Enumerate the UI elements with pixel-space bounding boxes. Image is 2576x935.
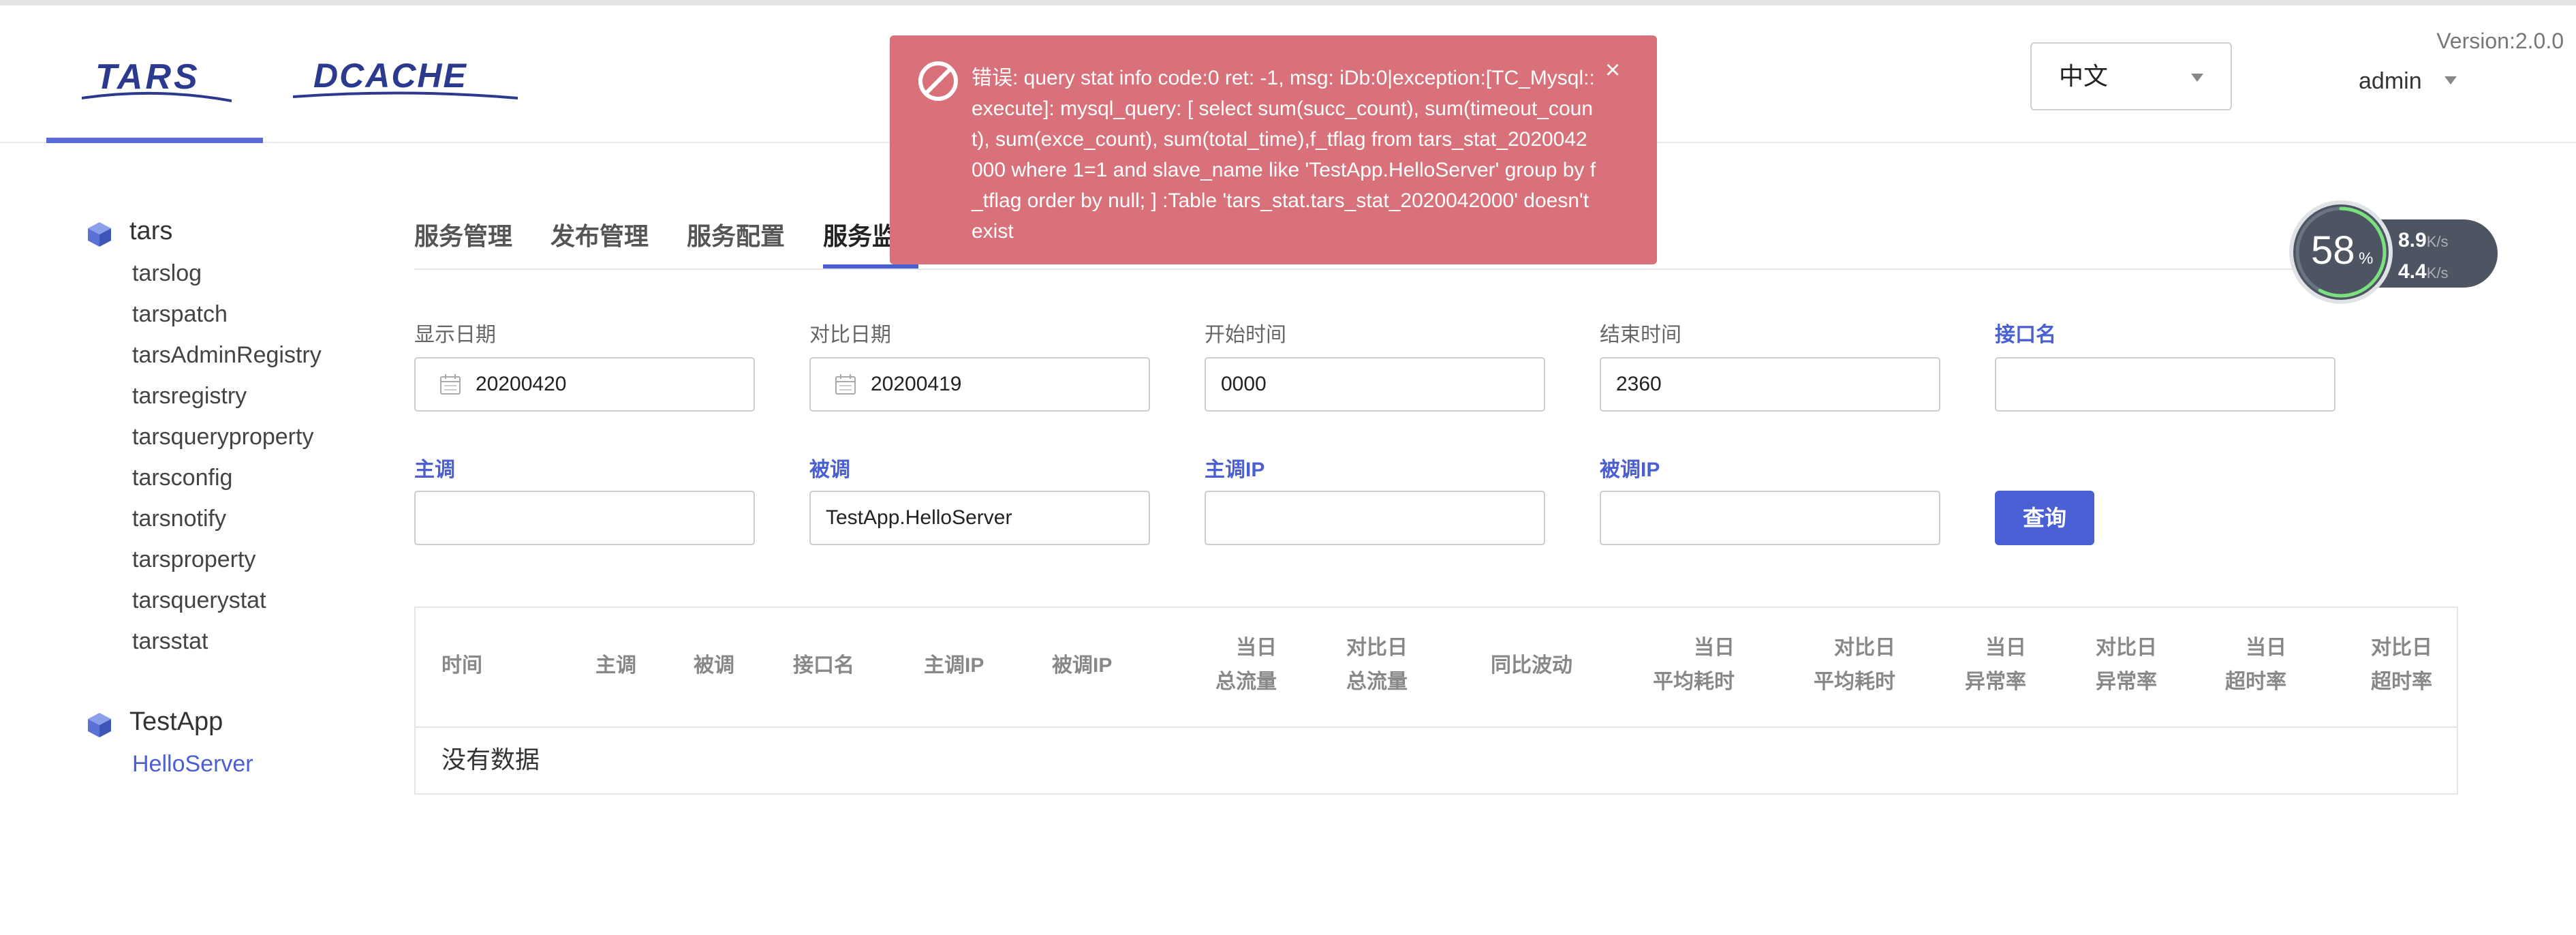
col-compare-total-line1[interactable]: 对比日 (1346, 631, 1408, 665)
col-time[interactable]: 时间 (441, 649, 482, 683)
tree-item-helloserver[interactable]: HelloServer (132, 751, 253, 778)
col-callee-ip[interactable]: 被调IP (1052, 649, 1112, 683)
cube-icon (88, 713, 111, 737)
chevron-down-icon (2191, 74, 2203, 82)
start-time-label: 开始时间 (1205, 324, 1286, 346)
tree-node-tars[interactable]: tars (129, 217, 172, 246)
tab-service-management[interactable]: 服务管理 (414, 217, 512, 252)
tree-node-testapp[interactable]: TestApp (129, 707, 223, 737)
tree-item-tarsregistry[interactable]: tarsregistry (132, 383, 247, 410)
tree-item-tarsnotify[interactable]: tarsnotify (132, 506, 226, 532)
caller-ip-label: 主调IP (1205, 459, 1265, 481)
close-icon[interactable]: × (1605, 56, 1620, 85)
tree-item-tarsadminregistry[interactable]: tarsAdminRegistry (132, 342, 322, 369)
calendar-icon (440, 374, 461, 395)
tree-item-tarsproperty[interactable]: tarsproperty (132, 547, 255, 573)
end-time-label: 结束时间 (1600, 324, 1681, 346)
col-compare-avg-line1[interactable]: 对比日 (1834, 631, 1895, 665)
error-message: 错误: query stat info code:0 ret: -1, msg:… (972, 67, 1596, 243)
col-today-total-line2[interactable]: 总流量 (1215, 665, 1277, 699)
language-select[interactable]: 中文 (2030, 42, 2232, 110)
user-menu[interactable]: admin (2359, 68, 2422, 95)
tars-logo[interactable]: TARS (82, 53, 232, 108)
empty-state-text: 没有数据 (441, 746, 540, 773)
upload-speed-value: 8.9 (2398, 229, 2427, 251)
col-compare-avg-line2[interactable]: 平均耗时 (1814, 665, 1895, 699)
show-date-input[interactable] (414, 357, 755, 412)
tree-item-tarsquerystat[interactable]: tarsquerystat (132, 587, 266, 614)
col-today-error-line1[interactable]: 当日 (1985, 631, 2026, 665)
col-callee[interactable]: 被调 (694, 649, 734, 683)
col-today-timeout-line2[interactable]: 超时率 (2225, 665, 2286, 699)
col-today-timeout-line1[interactable]: 当日 (2246, 631, 2286, 665)
error-toast: 错误: query stat info code:0 ret: -1, msg:… (890, 35, 1657, 264)
col-caller[interactable]: 主调 (595, 649, 636, 683)
end-time-input[interactable] (1600, 357, 1940, 412)
download-speed: 4.4K/s (2398, 260, 2449, 283)
compare-date-input[interactable] (809, 357, 1150, 412)
query-button[interactable]: 查询 (1995, 491, 2094, 545)
download-speed-unit: K/s (2426, 264, 2449, 281)
memory-gauge[interactable]: 58 % (2293, 204, 2389, 300)
active-logo-underline (46, 138, 263, 143)
calendar-icon (835, 374, 856, 395)
col-today-total-line1[interactable]: 当日 (1236, 631, 1277, 665)
gauge-percent-sign: % (2359, 249, 2374, 268)
cube-icon (88, 222, 111, 247)
active-tab-underline (823, 264, 918, 269)
upload-speed: 8.9K/s (2398, 229, 2449, 252)
col-compare-timeout-line2[interactable]: 超时率 (2371, 665, 2432, 699)
tab-service-monitor[interactable]: 服务监 (823, 217, 897, 252)
col-today-avg-line1[interactable]: 当日 (1694, 631, 1735, 665)
col-interface[interactable]: 接口名 (793, 649, 854, 683)
col-compare-total-line2[interactable]: 总流量 (1346, 665, 1408, 699)
top-border (0, 0, 2576, 5)
col-yoy-change[interactable]: 同比波动 (1491, 649, 1572, 683)
version-label: Version:2.0.0 (2436, 29, 2564, 53)
interface-name-input[interactable] (1995, 357, 2336, 412)
tree-item-tarslog[interactable]: tarslog (132, 260, 202, 287)
caller-ip-input[interactable] (1205, 491, 1545, 545)
upload-speed-unit: K/s (2426, 233, 2449, 250)
compare-date-label: 对比日期 (809, 324, 891, 346)
callee-label: 被调 (809, 459, 850, 481)
callee-ip-input[interactable] (1600, 491, 1940, 545)
forbidden-icon (918, 61, 958, 101)
gauge-percent: 58 (2311, 228, 2355, 273)
tab-service-config[interactable]: 服务配置 (687, 217, 785, 252)
interface-name-label: 接口名 (1995, 324, 2056, 346)
caller-label: 主调 (414, 459, 455, 481)
show-date-label: 显示日期 (414, 324, 496, 346)
callee-input[interactable] (809, 491, 1150, 545)
download-speed-value: 4.4 (2398, 260, 2427, 283)
svg-text:TARS: TARS (95, 57, 200, 97)
col-compare-error-line1[interactable]: 对比日 (2096, 631, 2157, 665)
tree-item-tarsstat[interactable]: tarsstat (132, 628, 208, 655)
start-time-input[interactable] (1205, 357, 1545, 412)
tab-release-management[interactable]: 发布管理 (550, 217, 649, 252)
stats-table: 时间 主调 被调 接口名 主调IP 被调IP 当日 总流量 对比日 总流量 同比… (414, 607, 2458, 795)
callee-ip-label: 被调IP (1600, 459, 1660, 481)
col-today-error-line2[interactable]: 异常率 (1965, 665, 2026, 699)
table-header: 时间 主调 被调 接口名 主调IP 被调IP 当日 总流量 对比日 总流量 同比… (416, 608, 2457, 728)
dcache-logo[interactable]: DCACHE (293, 53, 518, 108)
col-compare-timeout-line1[interactable]: 对比日 (2371, 631, 2432, 665)
col-caller-ip[interactable]: 主调IP (924, 649, 984, 683)
tree-item-tarsconfig[interactable]: tarsconfig (132, 465, 232, 491)
language-select-value: 中文 (2059, 62, 2109, 90)
col-compare-error-line2[interactable]: 异常率 (2096, 665, 2157, 699)
tree-item-tarspatch[interactable]: tarspatch (132, 301, 228, 328)
chevron-down-icon[interactable] (2445, 76, 2457, 85)
svg-text:DCACHE: DCACHE (313, 57, 467, 95)
caller-input[interactable] (414, 491, 755, 545)
col-today-avg-line2[interactable]: 平均耗时 (1653, 665, 1735, 699)
tree-item-tarsqueryproperty[interactable]: tarsqueryproperty (132, 424, 313, 450)
